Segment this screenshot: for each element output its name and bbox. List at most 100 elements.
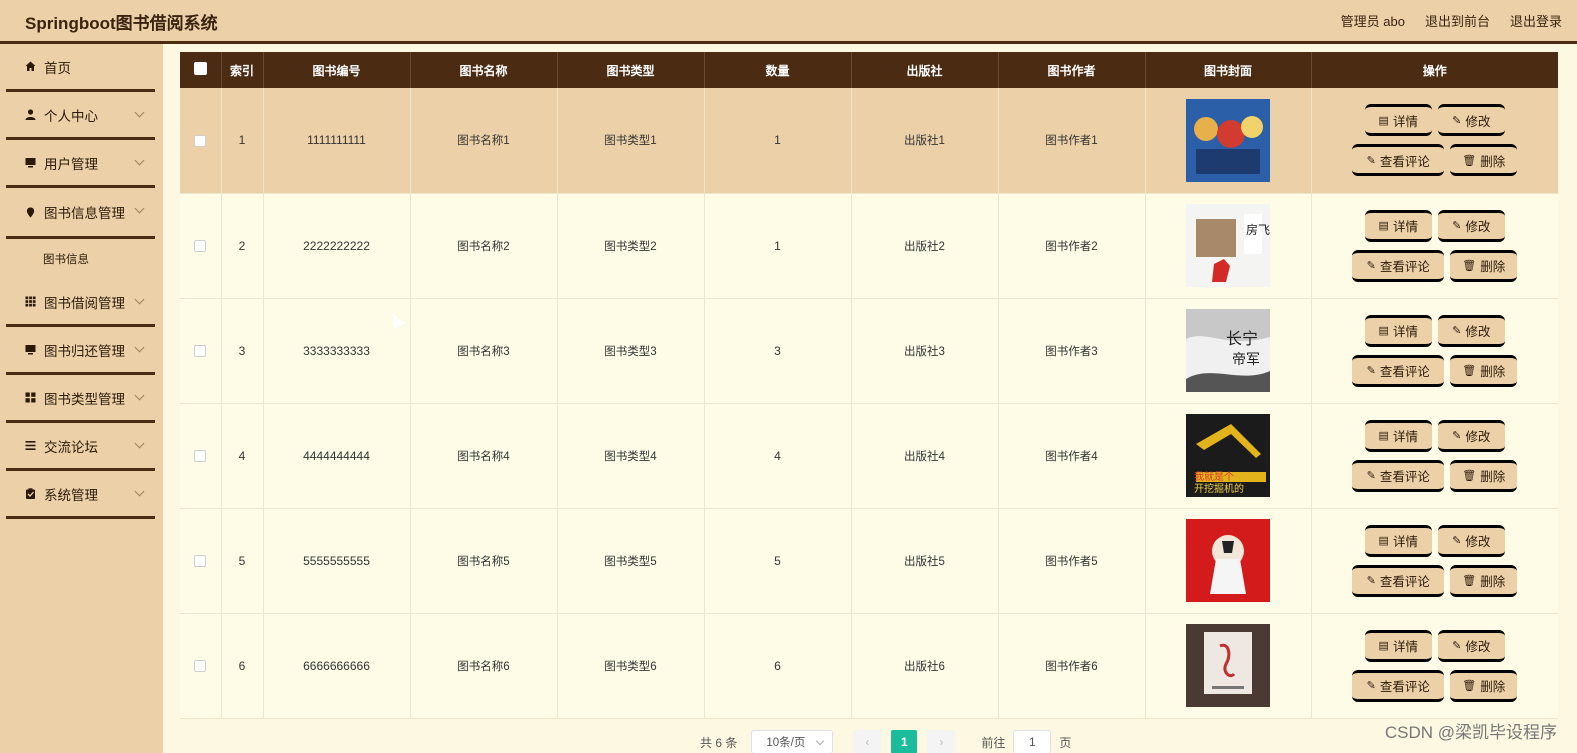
cell-name: 图书名称6: [410, 613, 558, 719]
row-checkbox[interactable]: [194, 135, 207, 148]
chevron-right-icon: ›: [939, 735, 944, 749]
table-row[interactable]: 6 6666666666 图书名称6 图书类型6 6 出版社6 图书作者6 ▤ 详…: [180, 613, 1558, 719]
book-table: 索引 图书编号 图书名称 图书类型 数量 出版社 图书作者 图书封面 操作 1 …: [180, 52, 1558, 719]
book-cover-image[interactable]: 我就是个开挖掘机的: [1186, 414, 1270, 497]
cell-cover: 长宁 帝军: [1145, 298, 1312, 404]
sidebar-item-forum[interactable]: 交流论坛: [6, 423, 155, 471]
book-cover-image[interactable]: [1186, 624, 1270, 707]
view-comments-label: 查看评论: [1379, 470, 1430, 484]
cell-index: 5: [221, 508, 264, 614]
edit-button[interactable]: ✎ 修改: [1437, 524, 1505, 557]
row-checkbox[interactable]: [194, 555, 207, 568]
view-comments-label: 查看评论: [1379, 365, 1430, 379]
edit-label: 修改: [1465, 430, 1491, 444]
cell-author: 图书作者6: [998, 613, 1146, 719]
header-quantity: 数量: [704, 52, 852, 88]
sidebar-item-system-management[interactable]: 系统管理: [6, 471, 155, 519]
row-checkbox[interactable]: [194, 660, 207, 673]
top-header: Springboot图书借阅系统 管理员 abo 退出到前台 退出登录: [0, 0, 1577, 44]
select-all-checkbox[interactable]: [193, 62, 207, 75]
book-cover-image[interactable]: [1186, 98, 1270, 182]
header-name: 图书名称: [410, 52, 558, 88]
detail-button[interactable]: ▤ 详情: [1364, 419, 1432, 452]
detail-label: 详情: [1392, 430, 1418, 444]
detail-button[interactable]: ▤ 详情: [1364, 629, 1432, 662]
delete-button[interactable]: 🗑 删除: [1450, 669, 1518, 702]
prev-page-button[interactable]: ‹: [853, 730, 882, 753]
chevron-down-icon: [134, 294, 145, 305]
detail-button[interactable]: ▤ 详情: [1364, 314, 1432, 347]
detail-button[interactable]: ▤ 详情: [1364, 104, 1432, 137]
cell-type: 图书类型4: [557, 403, 705, 509]
row-checkbox[interactable]: [194, 450, 207, 463]
book-cover-image[interactable]: 房飞: [1186, 204, 1270, 287]
chevron-down-icon: [134, 107, 145, 118]
sidebar-item-book-info-management[interactable]: 图书信息管理: [6, 188, 155, 236]
sidebar-subitem-label: 图书信息: [43, 254, 89, 266]
pencil-icon: ✎: [1452, 640, 1462, 652]
pagination: 共 6 条 10条/页 ‹ 1 › 前往 1 页: [700, 730, 1071, 753]
detail-button[interactable]: ▤ 详情: [1364, 524, 1432, 557]
grid-icon: [24, 296, 36, 308]
pencil-icon: ✎: [1452, 535, 1462, 547]
document-icon: ▤: [1378, 220, 1389, 232]
detail-button[interactable]: ▤ 详情: [1364, 209, 1432, 242]
delete-button[interactable]: 🗑 删除: [1450, 564, 1518, 597]
view-comments-button[interactable]: ✎ 查看评论: [1352, 564, 1445, 597]
goto-page-input[interactable]: 1: [1013, 730, 1052, 753]
view-comments-button[interactable]: ✎ 查看评论: [1352, 144, 1445, 177]
next-page-button[interactable]: ›: [927, 730, 956, 753]
edit-button[interactable]: ✎ 修改: [1437, 314, 1505, 347]
cell-index: 3: [221, 298, 264, 404]
cell-publisher: 出版社3: [851, 298, 999, 404]
page-size-select[interactable]: 10条/页: [751, 730, 834, 753]
back-to-front-link[interactable]: 退出到前台: [1425, 11, 1490, 30]
row-checkbox[interactable]: [194, 345, 207, 358]
table-row[interactable]: 2 2222222222 图书名称2 图书类型2 1 出版社2 图书作者2 房飞…: [180, 193, 1558, 299]
view-comments-button[interactable]: ✎ 查看评论: [1352, 354, 1445, 387]
cell-quantity: 1: [704, 193, 852, 299]
view-comments-button[interactable]: ✎ 查看评论: [1352, 459, 1445, 492]
detail-label: 详情: [1392, 220, 1418, 234]
delete-button[interactable]: 🗑 删除: [1450, 459, 1518, 492]
table-row[interactable]: 5 5555555555 图书名称5 图书类型5 5 出版社5 图书作者5 ▤ 详…: [180, 508, 1558, 614]
chevron-down-icon: [134, 342, 145, 353]
delete-button[interactable]: 🗑 删除: [1450, 354, 1518, 387]
page-number-button[interactable]: 1: [891, 730, 918, 753]
cell-quantity: 6: [704, 613, 852, 719]
logout-link[interactable]: 退出登录: [1510, 11, 1562, 30]
svg-text:开挖掘机的: 开挖掘机的: [1194, 482, 1244, 495]
edit-button[interactable]: ✎ 修改: [1437, 629, 1505, 662]
view-comments-button[interactable]: ✎ 查看评论: [1352, 669, 1445, 702]
cell-name: 图书名称5: [410, 508, 558, 614]
pencil-icon: ✎: [1366, 154, 1376, 167]
table-row[interactable]: 3 3333333333 图书名称3 图书类型3 3 出版社3 图书作者3 长宁…: [180, 298, 1558, 404]
pencil-icon: ✎: [1366, 365, 1376, 377]
sidebar-item-user-management[interactable]: 用户管理: [6, 140, 155, 188]
sidebar-subitem-book-info[interactable]: 图书信息: [6, 239, 155, 279]
delete-button[interactable]: 🗑 删除: [1450, 144, 1518, 177]
table-header-row: 索引 图书编号 图书名称 图书类型 数量 出版社 图书作者 图书封面 操作: [180, 52, 1558, 88]
view-comments-button[interactable]: ✎ 查看评论: [1352, 249, 1445, 282]
cell-publisher: 出版社6: [851, 613, 999, 719]
sidebar: 首页 个人中心 用户管理 图书信息管理 图书信息 图书借阅管理 图书归还管理 图…: [0, 44, 163, 753]
sidebar-item-borrow-management[interactable]: 图书借阅管理: [6, 279, 155, 327]
sidebar-item-home[interactable]: 首页: [6, 44, 155, 92]
home-icon: [24, 61, 36, 73]
delete-button[interactable]: 🗑 删除: [1450, 249, 1518, 282]
edit-button[interactable]: ✎ 修改: [1437, 419, 1505, 452]
edit-button[interactable]: ✎ 修改: [1437, 104, 1505, 137]
cell-type: 图书类型3: [557, 298, 705, 404]
edit-button[interactable]: ✎ 修改: [1437, 209, 1505, 242]
book-cover-image[interactable]: [1186, 519, 1270, 602]
book-cover-image[interactable]: 长宁帝军: [1186, 309, 1270, 392]
cell-code: 1111111111: [263, 88, 411, 194]
table-row[interactable]: 1 1111111111 图书名称1 图书类型1 1 出版社1 图书作者1 ▤ 详…: [180, 88, 1558, 194]
table-row[interactable]: 4 4444444444 图书名称4 图书类型4 4 出版社4 图书作者4 我就…: [180, 403, 1558, 509]
row-checkbox[interactable]: [194, 240, 207, 253]
sidebar-item-personal-center[interactable]: 个人中心: [6, 92, 155, 140]
svg-text:我就是个: 我就是个: [1194, 470, 1234, 483]
row-select-cell: [180, 298, 222, 404]
sidebar-item-type-management[interactable]: 图书类型管理: [6, 375, 155, 423]
sidebar-item-return-management[interactable]: 图书归还管理: [6, 327, 155, 375]
